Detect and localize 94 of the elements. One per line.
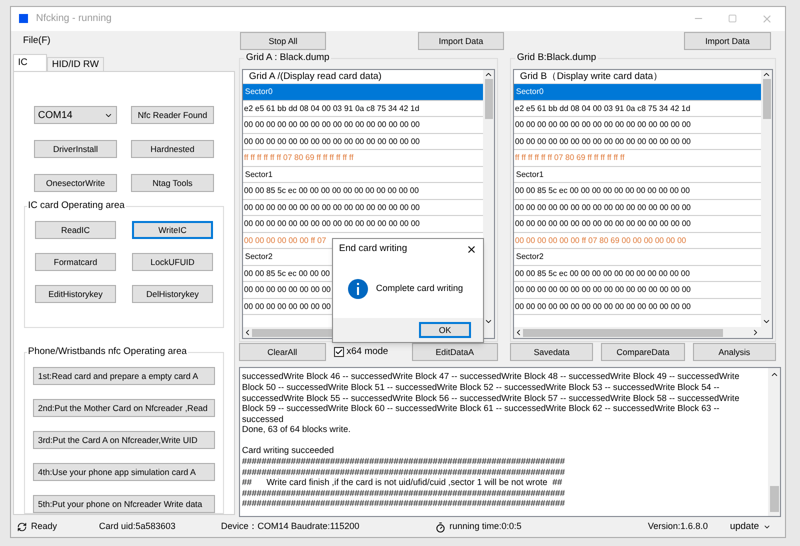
step-button[interactable]: 2nd:Put the Mother Card on Nfcreader ,Read	[33, 399, 215, 418]
scroll-thumb[interactable]	[770, 486, 778, 512]
ok-button[interactable]: OK	[419, 322, 471, 338]
version-text: Version:1.6.8.0	[648, 520, 708, 534]
device-info: Device：COM14 Baudrate:115200	[221, 520, 360, 534]
step-button[interactable]: 3rd:Put the Card A on Nfcreader,Write UID	[33, 431, 215, 450]
running-time: running time:0:0:5	[449, 520, 522, 534]
check-icon	[334, 348, 342, 356]
grid-row[interactable]: 00 00 85 5c ec 00 00 00 00 00 00 00 00 00 00 00	[514, 266, 690, 282]
info-icon	[348, 278, 368, 298]
window-title: Nfcking - running	[36, 12, 112, 26]
grid-row[interactable]: 00 00 00 00 00 00 00 00 00 00 00 00 00 00 00 00	[514, 282, 691, 298]
group-title: Grid A : Black.dump	[244, 52, 332, 64]
device-button[interactable]: OnesectorWrite	[34, 174, 117, 192]
vertical-scrollbar[interactable]	[768, 368, 780, 516]
grid-row[interactable]: 00 00 85 5c ec 00 00 00 00 00 00 00 00 00 00 00	[243, 183, 419, 199]
step-button[interactable]: 5th:Put your phone on Nfcreader Write data	[33, 495, 215, 514]
update-dropdown[interactable]: update	[730, 520, 771, 534]
grid-row[interactable]: 00 00 00 00 00 00 00 00 00 00 00 00 00 00 00 00	[243, 216, 420, 232]
log-line: ##################################################################	[242, 466, 565, 478]
log-line: successed	[242, 414, 284, 424]
step-button[interactable]: 4th:Use your phone app simulation card A	[33, 463, 215, 482]
grid-row[interactable]: 00 00 00 00 00 00 00 00	[243, 298, 331, 314]
scroll-left-icon[interactable]	[514, 328, 523, 338]
status-text: Ready	[31, 520, 58, 534]
scroll-thumb[interactable]	[523, 328, 723, 337]
ic-button[interactable]: DelHistorykey	[132, 285, 213, 304]
device-button[interactable]: Nfc Reader Found	[131, 106, 214, 124]
grid-row[interactable]: 00 00 00 00 00 00 00 00 00 00 00 00 00 00 00 00	[514, 117, 691, 133]
ic-button[interactable]: Formatcard	[35, 253, 116, 272]
grid-row[interactable]: 00 00 00 00 00 00 00 00 00 00 00 00 00 00 00 00	[243, 200, 420, 216]
ic-button[interactable]: WriteIC	[132, 221, 213, 240]
device-button[interactable]: Ntag Tools	[131, 174, 214, 192]
action-button[interactable]: Savedata	[510, 343, 594, 362]
grid-row[interactable]: Sector1	[243, 166, 273, 182]
scroll-thumb[interactable]	[484, 79, 492, 120]
group-title: Phone/Wristbands nfc Operating area	[27, 346, 188, 358]
log-line: Block 50 -- successedWrite Block 51 -- successedWrite Block 52 -- successedWrite Block 53 -- successedWrite Block 54 --	[242, 382, 720, 392]
maximize-icon[interactable]	[728, 14, 737, 24]
grid-row[interactable]: Sector2	[243, 249, 273, 265]
log-line: Done, 63 of 64 blocks write.	[242, 424, 351, 435]
grid-row[interactable]: Sector0	[243, 84, 483, 100]
dialog-title: End card writing	[339, 242, 408, 256]
log-line: ##################################################################	[242, 456, 565, 467]
action-button[interactable]: Analysis	[692, 343, 776, 362]
log-line: ##################################################################	[242, 498, 565, 510]
log-line: Card writing succeeded	[242, 445, 334, 456]
ic-button[interactable]: ReadIC	[35, 221, 116, 240]
grid-row[interactable]: Sector2	[514, 249, 544, 265]
import-button[interactable]: Import Data	[418, 32, 504, 50]
grid-row[interactable]: 00 00 00 00 00 00 00 00 00 00 00 00 00 00 00 00	[243, 134, 420, 150]
log-line: successedWrite Block 46 -- successedWrite Block 47 -- successedWrite Block 48 -- successedWrite Block 49 -- successedWrite	[242, 371, 740, 382]
stop-button[interactable]: Stop All	[240, 32, 326, 50]
scroll-left-icon[interactable]	[243, 328, 252, 338]
grid-row[interactable]: 00 00 00 00 00 00 00 00	[243, 282, 331, 298]
device-button[interactable]: DriverInstall	[34, 140, 117, 158]
refresh-icon	[17, 522, 27, 532]
dialog-message: Complete card writing	[376, 282, 464, 295]
menu-item[interactable]: File(F)	[23, 34, 239, 49]
step-button[interactable]: 1st:Read card and prepare a empty card A	[33, 367, 215, 386]
log-line: Block 59 -- successedWrite Block 60 -- successedWrite Block 61 -- successedWrite Block 62 -- successedWrite Block 63 --	[242, 403, 720, 414]
import-button[interactable]: Import Data	[684, 32, 771, 50]
group-title: IC card Operating area	[27, 200, 126, 212]
device-button[interactable]: Hardnested	[131, 140, 214, 158]
grid-row[interactable]: 00 00 00 00 00 00 00 00 00 00 00 00 00 00 00 00	[514, 216, 691, 232]
ic-button[interactable]: LockUFUID	[132, 253, 213, 272]
log-line: successedWrite Block 55 -- successedWrite Block 56 -- successedWrite Block 57 -- successedWrite Block 58 -- successedWrite	[242, 392, 740, 404]
action-button[interactable]: EditDataA	[412, 343, 498, 362]
tab[interactable]: HID/ID RW	[47, 57, 104, 72]
port-select[interactable]: COM14	[34, 106, 117, 124]
ic-button[interactable]: EditHistorykey	[35, 285, 116, 304]
grid-row[interactable]: 00 00 00 00 00 00 00 00 00 00 00 00 00 00 00 00	[514, 200, 691, 216]
action-button[interactable]: CompareData	[601, 343, 685, 362]
grid-row[interactable]: Sector1	[514, 166, 544, 182]
grid-row[interactable]: e2 e5 61 bb dd 08 04 00 03 91 0a c8 75 34 42 1d	[514, 100, 690, 116]
grid-row[interactable]: 00 00 00 00 00 00 00 00 00 00 00 00 00 00 00 00	[243, 117, 420, 133]
log-line: ##################################################################	[242, 488, 565, 498]
grid-row[interactable]: e2 e5 61 bb dd 08 04 00 03 91 0a c8 75 34 42 1d	[243, 100, 420, 116]
grid-row[interactable]: 00 00 00 00 00 00 00 00 00 00 00 00 00 00 00 00	[514, 298, 691, 314]
log-line: ## Write card finish ,if the card is not uid/ufid/cuid ,sector 1 will be not wrote ##	[242, 477, 562, 488]
card-uid: Card uid:5a583603	[99, 520, 177, 534]
timer-icon	[435, 522, 446, 533]
tab[interactable]: IC	[13, 54, 47, 72]
action-button[interactable]: ClearAll	[239, 343, 326, 362]
grid-row[interactable]: 00 00 85 5c ec 00 00 00 00 00 00 00 00 00 00 00	[514, 183, 690, 199]
app-icon	[19, 14, 28, 24]
close-icon[interactable]	[466, 244, 477, 254]
grid-row[interactable]: 00 00 00 00 00 00 00 00 00 00 00 00 00 00 00 00	[514, 134, 691, 150]
mode-checkbox[interactable]: x64 mode	[334, 345, 404, 360]
group-title: Grid B:Black.dump	[515, 52, 598, 64]
grid-row[interactable]: 00 00 85 5c ec 00 00 00	[243, 266, 330, 282]
scroll-thumb[interactable]	[762, 79, 770, 120]
grid-row[interactable]: Sector0	[514, 84, 761, 100]
scroll-right-icon[interactable]	[751, 328, 760, 338]
